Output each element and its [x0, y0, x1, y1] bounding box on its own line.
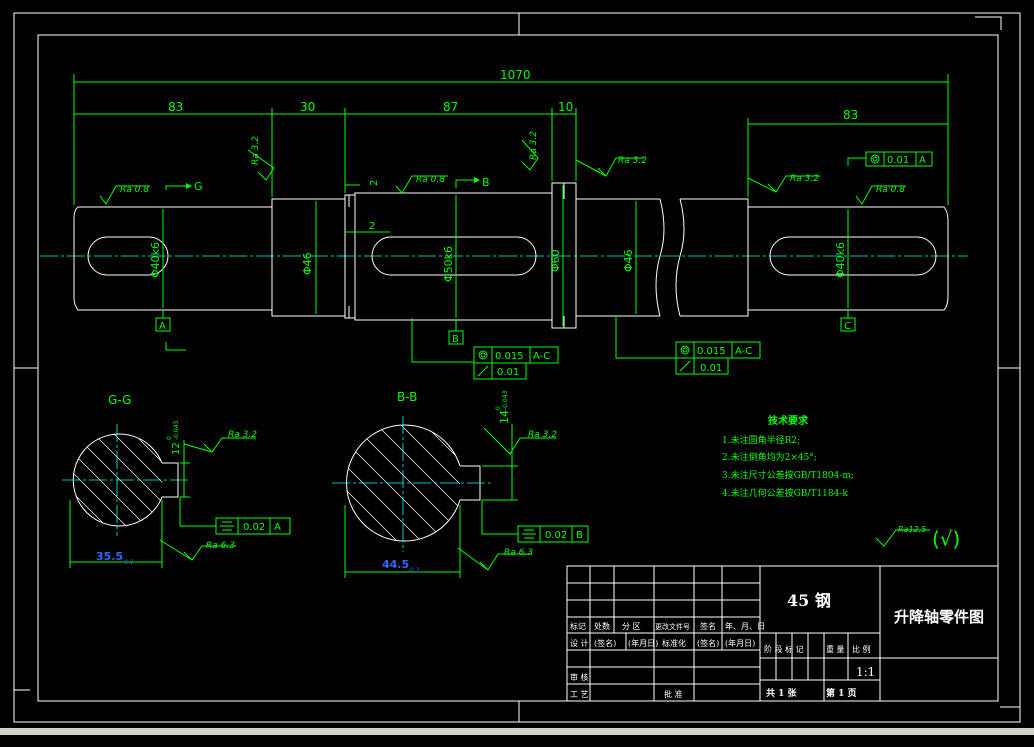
ra-3.2-c: Ra 3.2: [618, 156, 647, 166]
dim-12-tol-low: -0.043: [173, 420, 180, 440]
ra-12.5: Ra12.5: [898, 525, 926, 534]
tech-line-3: 3.未注尺寸公差按GB/T1804-m;: [722, 469, 854, 481]
tb-r1-2: 分 区: [622, 622, 641, 631]
roughness-rest-symbol: (√): [932, 527, 960, 551]
tb-check: 审 核: [570, 672, 589, 682]
ra-6.3-a: Ra 6.3: [206, 541, 235, 551]
tb-ratio: 比 例: [852, 644, 871, 654]
dim-14: 14: [498, 410, 511, 424]
tol-top-right-ref: A: [919, 155, 926, 166]
main-dimensions: 1070 83 30 87 10 83 Φ46 Φ50k6 Φ60 Φ46 Φ4…: [73, 68, 949, 326]
status-text: ■ 3 /: [2, 738, 18, 745]
tol-gg-ref: A: [274, 522, 281, 533]
geometric-tolerances-main: 0.01 A 0.015 A-C 0.01 0.015 A-C 0.01: [411, 151, 933, 380]
tol-mid-runout: 0.01: [700, 363, 722, 374]
section-gg: G-G 12 0 -0.043 0.02 A Ra 3.2 35.5 -0.2 …: [62, 393, 291, 568]
datum-a: A: [159, 321, 166, 332]
tech-line-1: 1.未注圆角半径R2;: [722, 434, 800, 446]
ra-6.3-b: Ra 6.3: [504, 548, 533, 558]
tol-mid-coax: 0.015: [697, 346, 726, 357]
tol-bb-ref: B: [576, 530, 583, 541]
tol-gg-sym: 0.02: [243, 522, 265, 533]
tb-r1-1: 处数: [594, 621, 610, 631]
datum-b: B: [452, 334, 459, 345]
dim-30: 30: [300, 100, 315, 114]
dim-87: 87: [443, 100, 458, 114]
section-markers: G B: [165, 176, 490, 351]
tb-r2-2: (年月日): [628, 638, 658, 648]
dim-12: 12: [171, 442, 182, 455]
tb-approve: 批 准: [664, 689, 683, 699]
general-roughness: Ra12.5 (√): [875, 525, 960, 551]
dim-2a: 2: [369, 180, 380, 186]
tech-line-4: 4.未注几何公差按GB/T1184-k: [722, 487, 848, 499]
datum-c: C: [844, 321, 851, 332]
shaft-main-view: [40, 182, 968, 329]
dim-10: 10: [558, 100, 573, 114]
title-block: 45 钢 升降轴零件图 1:1 标记 处数 分 区 更改文件号 签名 年、月、日…: [566, 565, 999, 702]
tb-r1-4: 签名: [700, 621, 716, 631]
dim-2b: 2: [369, 221, 375, 232]
tb-r2-4: (签名): [697, 638, 719, 648]
tol-b-coax: 0.015: [495, 351, 524, 362]
tech-title: 技术要求: [768, 414, 809, 427]
dim-d50: Φ50k6: [442, 246, 455, 282]
ra-3.2-a: Ra 3.2: [251, 136, 261, 165]
tb-r1-5: 年、月、日: [725, 621, 765, 631]
dim-14-tol-low: -0.043: [502, 390, 509, 410]
ra-0.8-b: Ra 0.8: [416, 175, 445, 185]
ra-3.2-e: Ra 3.2: [228, 430, 257, 440]
dim-12-tol-up: 0: [166, 436, 173, 440]
tol-bb-sym: 0.02: [545, 530, 567, 541]
section-bb: B-B 14 0 -0.043 0.02 B Ra 3.2 44.5 -0.2 …: [332, 390, 589, 578]
ra-3.2-f: Ra 3.2: [528, 430, 557, 440]
section-bb-title: B-B: [397, 390, 417, 404]
title-scale: 1:1: [856, 665, 875, 679]
section-gg-title: G-G: [108, 393, 131, 407]
tech-line-2: 2.未注倒角均为2×45°;: [722, 451, 817, 463]
dim-14-tol-up: 0: [495, 406, 502, 410]
datum-markers: A B C: [155, 310, 856, 345]
cad-drawing-canvas[interactable]: 1070 83 30 87 10 83 Φ46 Φ50k6 Φ60 Φ46 Φ4…: [0, 0, 1034, 728]
tb-craft: 工 艺: [570, 690, 589, 699]
tb-r1-0: 标记: [570, 621, 586, 631]
tb-stage: 阶 段 标 记: [764, 644, 804, 654]
tb-r2-3: 标准化: [662, 638, 686, 648]
tb-r2-0: 设 计: [570, 638, 589, 648]
tb-sheet-no: 第 1 页: [826, 687, 857, 699]
tol-b-runout: 0.01: [497, 367, 519, 378]
dim-d40b: Φ40k6: [834, 242, 847, 278]
tb-weight: 重 量: [826, 644, 845, 654]
tol-b-coax-ref: A-C: [533, 351, 550, 362]
section-b-label: B: [482, 176, 490, 189]
ra-0.8-a: Ra 0.8: [120, 185, 149, 195]
dim-d60: Φ60: [549, 249, 562, 272]
tol-mid-coax-ref: A-C: [735, 346, 752, 357]
dim-overall: 1070: [500, 68, 531, 82]
ra-3.2-b: Ra 3.2: [529, 131, 539, 160]
technical-requirements: 技术要求 1.未注圆角半径R2; 2.未注倒角均为2×45°; 3.未注尺寸公差…: [722, 414, 854, 499]
dim-83a: 83: [168, 100, 183, 114]
dim-44-tol: -0.2: [408, 567, 420, 574]
tb-sheets: 共 1 张: [766, 687, 798, 699]
dim-d46b: Φ46: [622, 249, 635, 272]
dim-d40a: Φ40k6: [149, 242, 162, 278]
dim-d46: Φ46: [301, 252, 314, 275]
status-bar: ■ 3 /: [0, 728, 1034, 745]
cad-drawing-viewport[interactable]: 1070 83 30 87 10 83 Φ46 Φ50k6 Φ60 Φ46 Φ4…: [0, 0, 1034, 735]
ra-3.2-d: Ra 3.2: [790, 174, 819, 184]
dim-83b: 83: [843, 108, 858, 122]
tb-r2-1: (签名): [594, 638, 616, 648]
tb-r2-5: (年月日): [725, 638, 755, 648]
dim-35-tol: -0.2: [122, 559, 134, 566]
tol-top-right-value: 0.01: [887, 155, 909, 166]
tb-r1-3: 更改文件号: [655, 622, 690, 631]
title-part-name: 升降轴零件图: [894, 608, 984, 626]
dim-44: 44.5: [382, 558, 409, 571]
section-g-label: G: [194, 180, 203, 193]
ra-0.8-c: Ra 0.8: [876, 185, 905, 195]
title-material: 45 钢: [787, 591, 831, 610]
dim-35: 35.5: [96, 550, 123, 563]
